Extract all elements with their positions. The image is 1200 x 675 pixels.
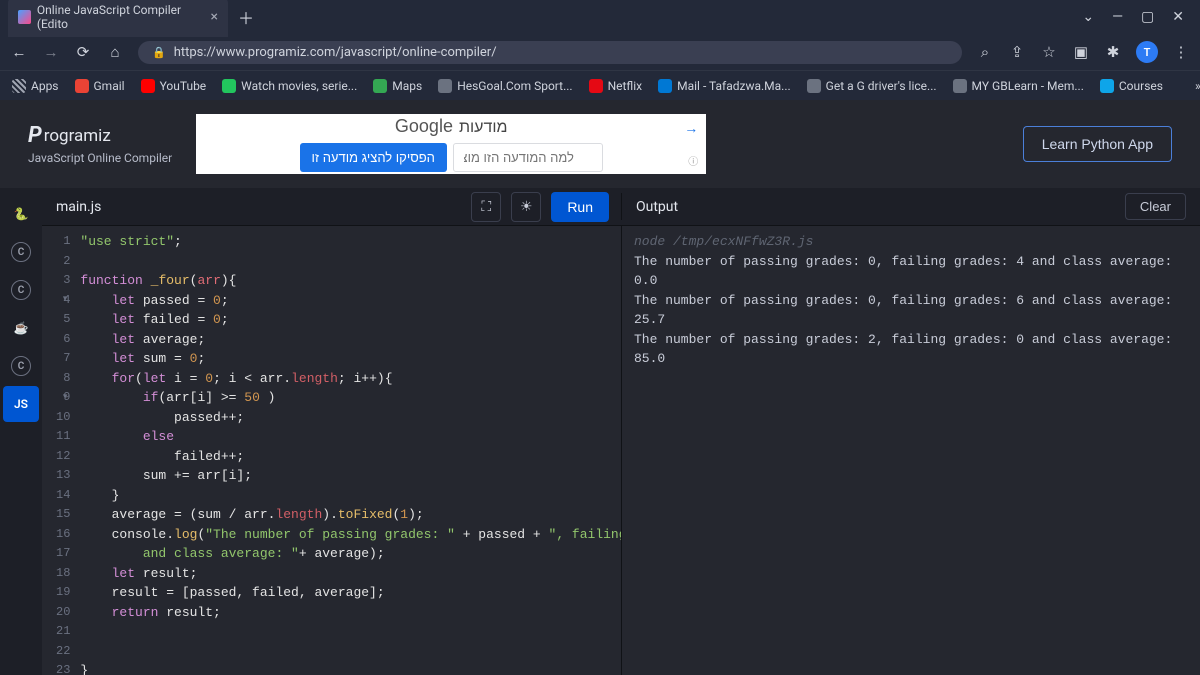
tab-close-icon[interactable]: × <box>211 10 218 24</box>
ad-reason-input[interactable] <box>453 143 603 172</box>
output-line: The number of passing grades: 0, failing… <box>634 252 1188 291</box>
url-input[interactable]: 🔒 https://www.programiz.com/javascript/o… <box>138 41 962 64</box>
brand-name: rogramiz <box>44 126 111 146</box>
bookmark-item[interactable]: Gmail <box>75 79 125 93</box>
browser-tab-strip: Online JavaScript Compiler (Edito × ＋ ⌄ … <box>0 0 1200 34</box>
new-tab-button[interactable]: ＋ <box>234 5 258 29</box>
fullscreen-icon[interactable]: ⛶ <box>471 192 501 222</box>
bookmarks-bar: Apps Gmail YouTube Watch movies, serie... Ma… <box>0 70 1200 100</box>
minimize-icon[interactable]: — <box>1112 9 1123 25</box>
code-editor[interactable]: 123 ▾45678 ▾9101112131415161718192021222… <box>42 226 621 675</box>
lang-item-js[interactable]: JS <box>3 386 39 422</box>
ad-arrow-icon[interactable]: → <box>684 120 698 137</box>
close-window-icon[interactable]: ✕ <box>1172 9 1184 25</box>
maximize-icon[interactable]: ▢ <box>1141 9 1154 25</box>
bookmark-item[interactable]: Maps <box>373 79 422 93</box>
language-rail: 🐍CC☕CJS <box>0 188 42 675</box>
ad-cta-button[interactable]: הפסיקו להציג מודעה זו <box>300 143 447 172</box>
bookmark-item[interactable]: Netflix <box>589 79 643 93</box>
menu-icon[interactable]: ⋮ <box>1172 43 1190 61</box>
bookmark-item[interactable]: MY GBLearn - Mem... <box>953 79 1084 93</box>
output-line: The number of passing grades: 2, failing… <box>634 330 1188 369</box>
output-label: Output <box>636 199 678 215</box>
lang-item-c[interactable]: C <box>3 348 39 384</box>
editor-gutter: 123 ▾45678 ▾9101112131415161718192021222… <box>42 226 80 675</box>
star-icon[interactable]: ☆ <box>1040 43 1058 61</box>
lang-item-java[interactable]: ☕ <box>3 310 39 346</box>
bookmark-item[interactable]: Watch movies, serie... <box>222 79 357 93</box>
lang-item-c[interactable]: C <box>3 234 39 270</box>
ad-hebrew-text: מודעות <box>459 117 508 137</box>
nav-forward-icon[interactable]: → <box>42 43 60 61</box>
output-line: The number of passing grades: 0, failing… <box>634 291 1188 330</box>
lang-item-py[interactable]: 🐍 <box>3 196 39 232</box>
learn-python-button[interactable]: Learn Python App <box>1023 126 1172 162</box>
ad-banner: → ⓘ Google מודעות הפסיקו להציג מודעה זו <box>196 114 706 174</box>
home-icon[interactable]: ⌂ <box>106 43 124 61</box>
ad-google-text: Google <box>395 116 453 137</box>
run-button[interactable]: Run <box>551 192 609 222</box>
browser-tab[interactable]: Online JavaScript Compiler (Edito × <box>8 0 228 37</box>
profile-avatar[interactable]: T <box>1136 41 1158 63</box>
lang-item-c[interactable]: C <box>3 272 39 308</box>
theme-toggle-icon[interactable]: ☀ <box>511 192 541 222</box>
nav-back-icon[interactable]: ← <box>10 43 28 61</box>
file-tab[interactable]: main.js <box>56 199 101 215</box>
bookmarks-overflow-icon[interactable]: » <box>1195 79 1200 93</box>
page-header: Programiz JavaScript Online Compiler → ⓘ… <box>0 100 1200 188</box>
bookmark-item[interactable]: Get a G driver's lice... <box>807 79 937 93</box>
clear-button[interactable]: Clear <box>1125 193 1186 220</box>
bookmark-item[interactable]: Courses <box>1100 79 1163 93</box>
url-text: https://www.programiz.com/javascript/onl… <box>174 45 497 60</box>
search-icon[interactable]: ⌕ <box>976 43 994 61</box>
bookmark-item[interactable]: Mail - Tafadzwa.Ma... <box>658 79 791 93</box>
output-command: node /tmp/ecxNFfwZ3R.js <box>634 232 1188 252</box>
caret-down-icon[interactable]: ⌄ <box>1082 9 1094 25</box>
code-content[interactable]: "use strict"; function _four(arr){ let p… <box>80 226 621 675</box>
bookmark-item[interactable]: YouTube <box>141 79 207 93</box>
window-controls: ⌄ — ▢ ✕ <box>1082 9 1192 25</box>
tab-title: Online JavaScript Compiler (Edito <box>37 3 201 31</box>
tab-favicon-icon <box>18 10 31 24</box>
screenshot-icon[interactable]: ▣ <box>1072 43 1090 61</box>
brand-subtitle: JavaScript Online Compiler <box>28 151 172 165</box>
apps-button[interactable]: Apps <box>12 79 59 93</box>
share-icon[interactable]: ⇪ <box>1008 43 1026 61</box>
editor-tabstrip: main.js ⛶ ☀ Run Output Clear <box>42 188 1200 226</box>
output-pane: node /tmp/ecxNFfwZ3R.js The number of pa… <box>621 226 1200 675</box>
address-bar: ← → ⟳ ⌂ 🔒 https://www.programiz.com/java… <box>0 34 1200 70</box>
lock-icon: 🔒 <box>152 46 166 59</box>
reload-icon[interactable]: ⟳ <box>74 43 92 61</box>
extensions-icon[interactable]: ✱ <box>1104 43 1122 61</box>
brand: Programiz JavaScript Online Compiler <box>28 123 172 165</box>
bookmark-item[interactable]: HesGoal.Com Sport... <box>438 79 572 93</box>
